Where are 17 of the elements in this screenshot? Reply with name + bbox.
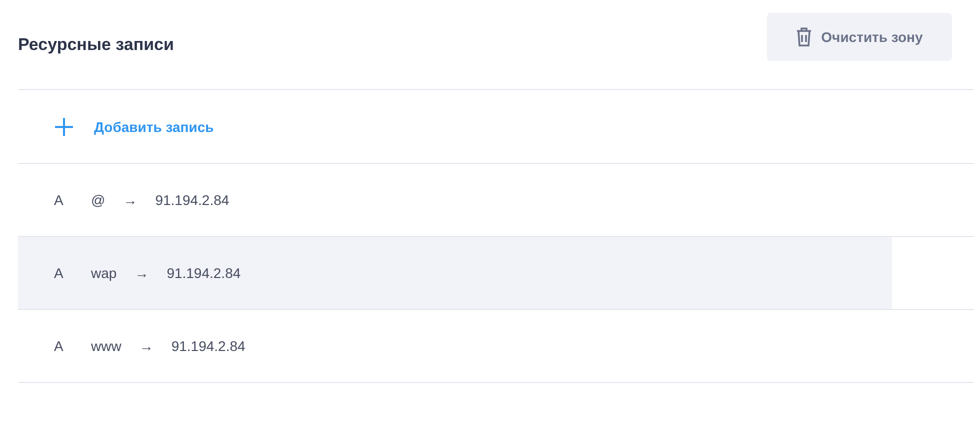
trash-icon <box>796 27 812 47</box>
clear-zone-button[interactable]: Очистить зону <box>767 13 952 61</box>
record-value: 91.194.2.84 <box>155 192 230 208</box>
record-type: A <box>54 265 64 281</box>
arrow-text: → <box>123 192 138 208</box>
record-value: 91.194.2.84 <box>166 265 241 281</box>
record-name: www <box>91 338 122 354</box>
plus-icon <box>54 116 74 136</box>
arrow-text: → <box>134 265 149 281</box>
arrow-text: → <box>139 338 154 354</box>
record-type: A <box>54 338 64 354</box>
section-title: Ресурсные записи <box>18 34 174 54</box>
record-value: 91.194.2.84 <box>171 338 246 354</box>
record-name: @ <box>91 192 106 208</box>
record-row[interactable]: A wap → 91.194.2.84 <box>18 237 974 310</box>
record-name: wap <box>91 265 117 281</box>
record-type: A <box>54 192 64 208</box>
